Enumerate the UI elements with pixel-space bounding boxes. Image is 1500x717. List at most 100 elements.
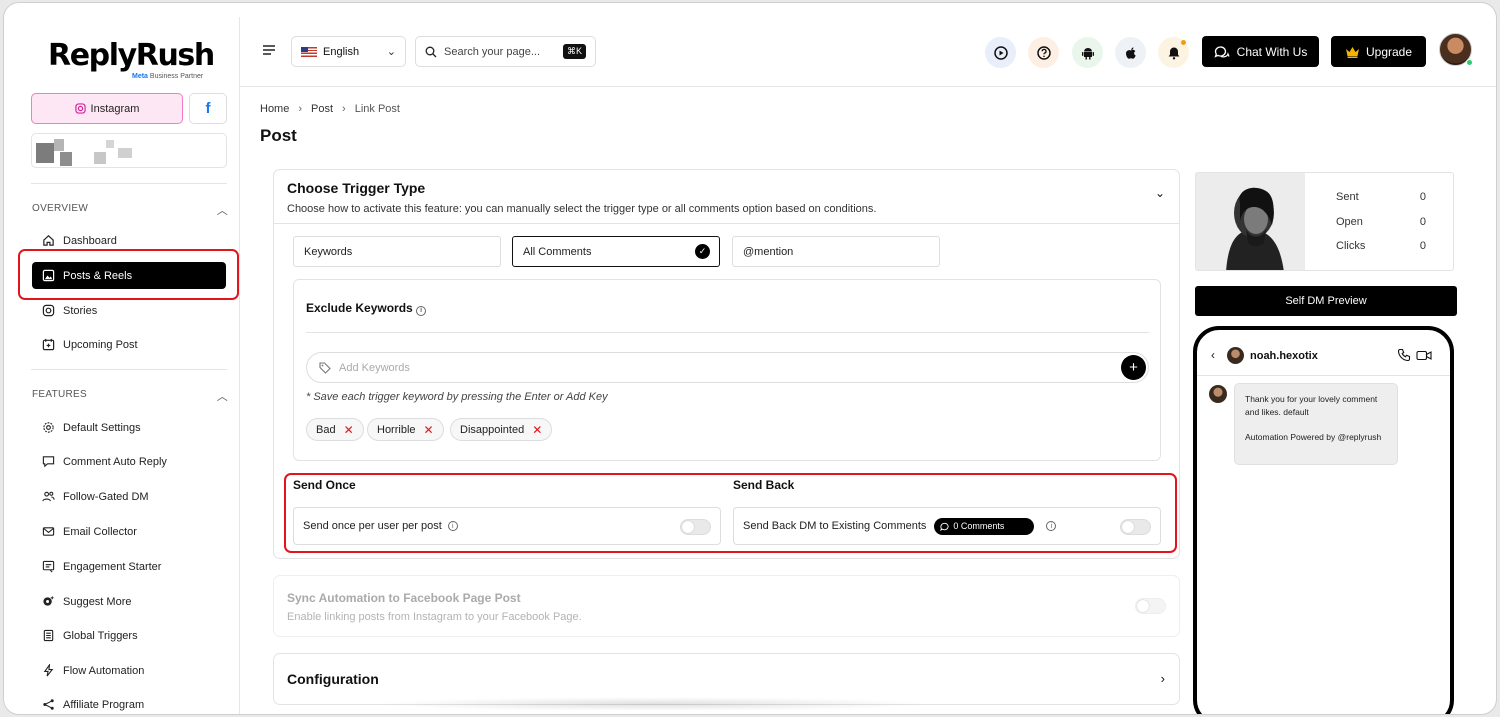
stat-open-value: 0 — [1419, 216, 1426, 228]
features-section-header[interactable]: FEATURES ︿ — [32, 389, 228, 403]
sidebar-item-engagement-starter[interactable]: Engagement Starter — [32, 553, 226, 580]
chat-with-us-button[interactable]: Chat With Us — [1202, 36, 1319, 67]
sidebar-item-global-triggers[interactable]: Global Triggers — [32, 622, 226, 649]
language-select[interactable]: English ⌄ — [291, 36, 406, 67]
sidebar-item-affiliate-program[interactable]: Affiliate Program — [32, 691, 226, 714]
add-keyword-button[interactable]: + — [1121, 355, 1146, 380]
search-icon — [425, 46, 437, 57]
facebook-button[interactable]: f — [189, 93, 227, 124]
remove-tag-icon[interactable]: ✕ — [532, 423, 542, 437]
video-icon[interactable] — [1416, 350, 1432, 361]
sidebar-item-upcoming-post[interactable]: Upcoming Post — [32, 331, 226, 358]
keyword-tag-label: Horrible — [377, 423, 416, 436]
chevron-up-icon: ︿ — [216, 205, 228, 217]
sidebar-item-label: Comment Auto Reply — [63, 455, 167, 468]
trigger-option-keywords[interactable]: Keywords — [293, 236, 501, 267]
gear-star-icon — [43, 595, 55, 606]
trigger-option-all-comments[interactable]: All Comments ✓ — [512, 236, 720, 267]
android-button[interactable] — [1072, 37, 1103, 68]
trigger-type-card: Choose Trigger Type Choose how to activa… — [273, 169, 1180, 559]
sidebar-item-suggest-more[interactable]: Suggest More — [32, 588, 226, 615]
trigger-description: Choose how to activate this feature: you… — [287, 203, 877, 215]
keyword-tag: Horrible ✕ — [367, 418, 444, 441]
exclude-keywords-title: Exclude Keywords i — [306, 301, 427, 316]
sidebar-item-comment-auto-reply[interactable]: Comment Auto Reply — [32, 448, 226, 475]
keyword-tag-label: Disappointed — [460, 423, 525, 436]
crown-icon — [1345, 46, 1359, 58]
breadcrumb-home[interactable]: Home — [260, 103, 289, 115]
chevron-right-icon: › — [1160, 671, 1165, 686]
scroll-shadow — [374, 697, 934, 711]
chevron-down-icon[interactable]: ⌄ — [1155, 186, 1165, 200]
gear-icon — [43, 422, 54, 433]
instagram-icon — [42, 304, 55, 317]
self-dm-preview-button[interactable]: Self DM Preview — [1195, 286, 1457, 316]
calendar-icon — [42, 338, 55, 351]
keyword-tag: Bad ✕ — [306, 418, 364, 441]
tag-icon — [319, 361, 331, 374]
logo: ReplyRush Meta Business Partner — [48, 39, 218, 81]
sidebar-item-label: Email Collector — [63, 525, 137, 538]
phone-icon[interactable] — [1398, 348, 1411, 361]
breadcrumb-post[interactable]: Post — [311, 103, 333, 115]
upgrade-label: Upgrade — [1365, 44, 1413, 59]
bolt-icon — [43, 664, 54, 677]
page-title: Post — [260, 126, 297, 145]
sidebar-item-label: Stories — [63, 304, 98, 317]
instagram-icon — [74, 103, 86, 114]
post-thumbnail — [1196, 173, 1305, 270]
chat-icon — [1214, 45, 1230, 58]
stat-clicks-label: Clicks — [1336, 240, 1366, 252]
info-icon[interactable]: i — [416, 305, 427, 316]
bell-icon — [1168, 47, 1179, 59]
dm-message-text: Thank you for your lovely comment and li… — [1245, 394, 1382, 442]
keyword-hint: * Save each trigger keyword by pressing … — [306, 391, 608, 403]
sidebar-item-label: Suggest More — [63, 595, 132, 608]
back-icon[interactable]: ‹ — [1211, 348, 1215, 362]
breadcrumb: Home › Post › Link Post — [260, 103, 400, 115]
instagram-label: Instagram — [90, 102, 140, 115]
check-icon: ✓ — [695, 244, 710, 259]
dm-message-bubble: Thank you for your lovely comment and li… — [1234, 383, 1398, 465]
dm-header: ‹ noah.hexotix — [1197, 330, 1450, 376]
sidebar-item-flow-automation[interactable]: Flow Automation — [32, 657, 226, 684]
stat-clicks: Clicks 0 — [1336, 240, 1426, 252]
configuration-title: Configuration — [287, 671, 379, 687]
partner-label: Business Partner — [149, 73, 204, 80]
sync-toggle[interactable] — [1135, 598, 1166, 614]
instagram-button[interactable]: Instagram — [31, 93, 183, 124]
sidebar-item-follow-gated-dm[interactable]: Follow-Gated DM — [32, 483, 226, 510]
trigger-option-mention[interactable]: @mention — [732, 236, 940, 267]
remove-tag-icon[interactable]: ✕ — [424, 423, 434, 437]
sync-description: Enable linking posts from Instagram to y… — [287, 611, 582, 623]
sidebar-item-label: Affiliate Program — [63, 698, 145, 711]
menu-icon[interactable] — [262, 44, 276, 56]
language-label: English — [323, 45, 360, 58]
highlight-box-posts-reels — [18, 249, 239, 300]
stat-open-label: Open — [1336, 216, 1363, 228]
sidebar-item-label: Default Settings — [63, 421, 141, 434]
help-button[interactable] — [1028, 37, 1059, 68]
upgrade-button[interactable]: Upgrade — [1331, 36, 1426, 67]
search-input[interactable]: Search your page... ⌘K — [415, 36, 596, 67]
sidebar-item-default-settings[interactable]: Default Settings — [32, 414, 226, 441]
trigger-option-label: All Comments — [523, 245, 592, 258]
portrait-image — [1196, 173, 1305, 270]
sync-title: Sync Automation to Facebook Page Post — [287, 591, 521, 605]
remove-tag-icon[interactable]: ✕ — [344, 423, 354, 437]
sidebar-item-email-collector[interactable]: Email Collector — [32, 518, 226, 545]
dm-username: noah.hexotix — [1250, 350, 1318, 362]
sidebar-item-stories[interactable]: Stories — [32, 297, 226, 324]
sidebar-item-label: Dashboard — [63, 234, 117, 247]
play-button[interactable] — [985, 37, 1016, 68]
apple-button[interactable] — [1115, 37, 1146, 68]
book-icon — [43, 629, 54, 642]
add-keywords-input[interactable]: Add Keywords + — [306, 352, 1149, 383]
users-icon — [42, 491, 55, 502]
mail-icon — [42, 527, 55, 536]
notifications-button[interactable] — [1158, 37, 1189, 68]
breadcrumb-current: Link Post — [354, 103, 400, 115]
search-shortcut: ⌘K — [562, 44, 586, 59]
account-selector[interactable] — [31, 133, 227, 168]
overview-section-header[interactable]: OVERVIEW ︿ — [32, 203, 228, 217]
